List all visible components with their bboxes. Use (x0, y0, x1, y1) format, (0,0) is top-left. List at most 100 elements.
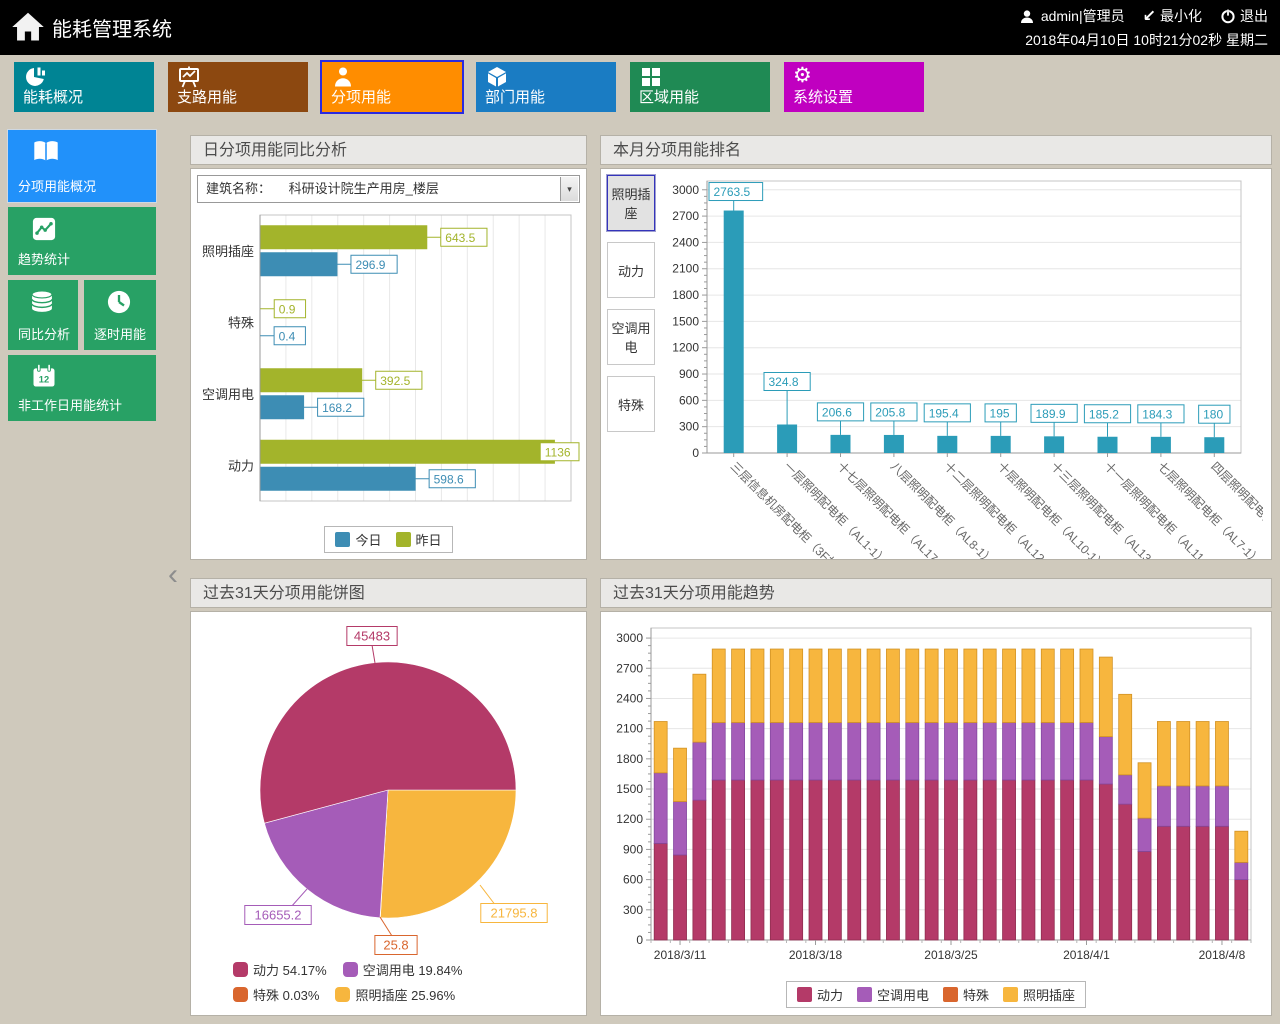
svg-text:300: 300 (679, 420, 699, 434)
daily-comparison-chart: 照明插座 643.5 296.9 特殊 0.9 0.4 空调用电 392.5 168.2 动力 11… (196, 209, 581, 521)
datetime-label: 2018年04月10日 10时21分02秒 星期二 (1025, 30, 1268, 50)
clock-icon (105, 288, 133, 316)
nav-tab-subitem-energy[interactable]: 分项用能 (322, 62, 462, 112)
svg-text:300: 300 (623, 903, 643, 917)
power-icon (1220, 8, 1236, 24)
svg-text:25.8: 25.8 (383, 938, 408, 953)
svg-text:392.5: 392.5 (380, 374, 410, 388)
svg-text:2400: 2400 (616, 691, 643, 705)
svg-text:324.8: 324.8 (769, 375, 799, 389)
calendar-icon: 12 (30, 363, 58, 389)
svg-text:189.9: 189.9 (1036, 407, 1066, 421)
svg-text:900: 900 (623, 842, 643, 856)
svg-text:195: 195 (990, 406, 1010, 420)
panel-title-monthly-ranking: 本月分项用能排名 (600, 135, 1272, 165)
svg-text:2700: 2700 (672, 209, 699, 223)
svg-text:1500: 1500 (616, 782, 643, 796)
database-icon (28, 288, 56, 316)
nav-tab-department-energy[interactable]: 部门用能 (476, 62, 616, 112)
svg-text:空调用电: 空调用电 (202, 387, 254, 402)
svg-text:0: 0 (692, 446, 699, 460)
svg-text:七层照明配电柜（AL7-1）: 七层照明配电柜（AL7-1） (1155, 459, 1263, 559)
pie-legend: 动力 54.17%空调用电 19.84%特殊 0.03%照明插座 25.96% (233, 960, 563, 1004)
svg-text:12: 12 (39, 374, 49, 384)
svg-text:八层照明配电柜（AL8-1）: 八层照明配电柜（AL8-1） (888, 459, 997, 559)
svg-text:1136: 1136 (545, 445, 571, 459)
ranking-button-power[interactable]: 动力 (607, 242, 655, 298)
svg-text:1800: 1800 (672, 288, 699, 302)
svg-text:21795.8: 21795.8 (491, 906, 538, 921)
building-select-value: 科研设计院生产用房_楼层 (289, 181, 439, 196)
nav-tab-area-energy[interactable]: 区域用能 (630, 62, 770, 112)
trend-legend: 动力空调用电特殊照明插座 (786, 981, 1086, 1008)
ranking-button-special[interactable]: 特殊 (607, 376, 655, 432)
ranking-button-lighting[interactable]: 照明插座 (607, 175, 655, 231)
sidebar-item-hourly-energy[interactable]: 逐时用能 (84, 280, 156, 350)
user-label: admin|管理员 (1041, 6, 1125, 26)
daily-comparison-legend: 今日昨日 (324, 526, 452, 553)
book-icon (30, 138, 62, 164)
svg-text:205.8: 205.8 (875, 405, 905, 419)
svg-text:1200: 1200 (672, 341, 699, 355)
home-icon[interactable] (10, 9, 46, 45)
pie-chart: 45483 21795.8 25.8 16655.2 (196, 614, 579, 959)
sidebar-item-yoy-analysis[interactable]: 同比分析 (8, 280, 78, 350)
panel-monthly-ranking: 本月分项用能排名 照明插座 动力 空调用电 特殊 0 300 600 900 1200 1… (600, 135, 1272, 560)
svg-text:照明插座: 照明插座 (202, 244, 254, 259)
nav-tab-branch-energy[interactable]: 支路用能 (168, 62, 308, 112)
sidebar-item-trend-stats[interactable]: 趋势统计 (8, 207, 156, 275)
panel-title-trend-31days: 过去31天分项用能趋势 (600, 578, 1272, 608)
logout-button[interactable]: 退出 (1220, 6, 1268, 26)
svg-text:1800: 1800 (616, 752, 643, 766)
sidebar-item-nonworkday-stats[interactable]: 12 非工作日用能统计 (8, 355, 156, 421)
trend-icon (30, 215, 58, 243)
minimize-button[interactable]: ↙ 最小化 (1143, 6, 1202, 26)
svg-text:184.3: 184.3 (1142, 407, 1172, 421)
svg-text:0.4: 0.4 (279, 329, 296, 343)
svg-text:206.6: 206.6 (822, 405, 852, 419)
svg-text:643.5: 643.5 (445, 231, 475, 245)
collapse-sidebar-arrow[interactable]: ‹ (168, 560, 178, 590)
svg-text:180: 180 (1203, 408, 1223, 422)
svg-text:2763.5: 2763.5 (714, 185, 751, 199)
sidebar-item-subitem-overview[interactable]: 分项用能概况 (8, 130, 156, 202)
ranking-filter-buttons: 照明插座 动力 空调用电 特殊 (607, 175, 657, 443)
svg-text:16655.2: 16655.2 (255, 908, 302, 923)
nav-tab-system-settings[interactable]: ⚙ 系统设置 (784, 62, 924, 112)
svg-text:2100: 2100 (616, 722, 643, 736)
svg-text:2018/3/18: 2018/3/18 (789, 948, 843, 962)
svg-text:0.9: 0.9 (279, 302, 296, 316)
chevron-down-icon[interactable]: ▾ (560, 177, 578, 201)
svg-text:2100: 2100 (672, 262, 699, 276)
svg-text:195.4: 195.4 (929, 406, 959, 420)
panel-title-daily-comparison: 日分项用能同比分析 (190, 135, 587, 165)
svg-text:900: 900 (679, 367, 699, 381)
user-icon (1019, 9, 1035, 24)
app-root: 能耗管理系统 admin|管理员 ↙ 最小化 退出 2018年04月10日 10… (0, 0, 1280, 1024)
svg-text:600: 600 (679, 393, 699, 407)
svg-text:2018/4/8: 2018/4/8 (1199, 948, 1246, 962)
svg-text:600: 600 (623, 873, 643, 887)
svg-text:168.2: 168.2 (322, 401, 352, 415)
svg-text:185.2: 185.2 (1089, 407, 1119, 421)
svg-text:0: 0 (636, 933, 643, 947)
trend-chart: 0300600900120015001800210024002700300020… (607, 616, 1263, 984)
svg-text:一层照明配电柜（AL1-1）: 一层照明配电柜（AL1-1） (781, 459, 890, 559)
svg-text:45483: 45483 (354, 629, 390, 644)
svg-text:3000: 3000 (672, 183, 699, 197)
nav-tab-energy-overview[interactable]: 能耗概况 (14, 62, 154, 112)
minimize-icon: ↙ (1143, 6, 1156, 26)
svg-text:296.9: 296.9 (355, 258, 385, 272)
app-header: 能耗管理系统 admin|管理员 ↙ 最小化 退出 2018年04月10日 10… (0, 0, 1280, 55)
svg-text:1500: 1500 (672, 314, 699, 328)
panel-daily-comparison: 日分项用能同比分析 建筑名称： 科研设计院生产用房_楼层 ▾ 照明插座 643.5… (190, 135, 587, 560)
svg-text:2400: 2400 (672, 235, 699, 249)
panel-title-pie-31days: 过去31天分项用能饼图 (190, 578, 587, 608)
building-select-label: 建筑名称： (206, 181, 271, 196)
building-select[interactable]: 建筑名称： 科研设计院生产用房_楼层 ▾ (197, 175, 580, 203)
svg-text:2018/4/1: 2018/4/1 (1063, 948, 1110, 962)
gear-icon: ⚙ (793, 65, 812, 87)
svg-text:动力: 动力 (228, 458, 254, 473)
ranking-button-ac[interactable]: 空调用电 (607, 309, 655, 365)
svg-text:特殊: 特殊 (228, 315, 254, 330)
